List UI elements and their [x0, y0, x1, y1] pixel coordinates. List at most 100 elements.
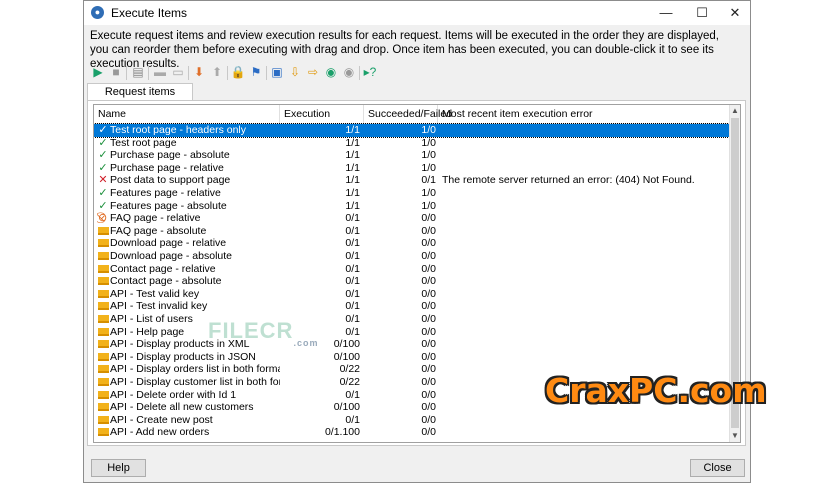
edit-icon[interactable]: ▣ [269, 64, 285, 80]
toolbar-separator [227, 66, 228, 80]
table-row[interactable]: ✓ Test root page - headers only 1/1 1/0 [94, 123, 732, 138]
queued-icon [97, 263, 109, 276]
minimize-button[interactable]: — [649, 1, 683, 25]
collapse-icon[interactable]: ▬ [152, 64, 168, 80]
row-name: Features page - absolute [110, 199, 227, 212]
column-header-error[interactable]: Most recent item execution error [438, 105, 731, 123]
table-row[interactable]: ⃠⊘FAQ page - relative 0/1 0/0 [94, 212, 731, 225]
row-name: Features page - relative [110, 187, 221, 199]
row-succeeded-failed: 0/0 [421, 350, 436, 363]
table-row[interactable]: ✓ Purchase page - absolute 1/1 1/0 [94, 149, 731, 162]
disable-icon[interactable]: ◉ [341, 64, 357, 80]
table-row[interactable]: API - Test invalid key 0/1 0/0 [94, 300, 731, 313]
row-error [442, 326, 732, 339]
toolbar-separator [148, 66, 149, 80]
row-name: API - Create new post [110, 413, 213, 426]
close-window-button[interactable]: ✕ [718, 1, 752, 25]
export-icon[interactable]: ⇨ [305, 64, 321, 80]
row-error [442, 426, 732, 439]
row-progress: 0/100 [333, 401, 360, 414]
help-button[interactable]: Help [91, 459, 146, 477]
row-progress: 0/1 [345, 212, 360, 225]
table-row[interactable]: ✓ Test root page 1/1 1/0 [94, 137, 731, 150]
table-row[interactable]: API - Display products in XML 0/100 0/0 [94, 338, 731, 351]
table-row[interactable]: API - Add new orders 0/1.100 0/0 [94, 426, 731, 439]
filter-icon[interactable]: ⚑ [248, 64, 264, 80]
row-progress: 0/1 [345, 287, 360, 300]
scroll-up-icon[interactable]: ▲ [730, 105, 740, 117]
row-succeeded-failed: 0/0 [421, 426, 436, 439]
filecr-watermark-text: FILECR [208, 318, 294, 343]
move-up-icon[interactable]: ⬆ [209, 64, 225, 80]
row-error [442, 124, 732, 137]
row-progress: 1/1 [345, 149, 360, 162]
title-bar[interactable]: ● Execute Items — ☐ ✕ [84, 1, 750, 25]
close-button[interactable]: Close [690, 459, 745, 477]
row-error [442, 200, 732, 213]
queued-icon [97, 363, 109, 376]
table-row[interactable]: API - List of users 0/1 0/0 [94, 313, 731, 326]
row-progress: 0/22 [339, 376, 360, 388]
maximize-button[interactable]: ☐ [685, 1, 719, 25]
list-icon[interactable]: ▤ [130, 64, 146, 80]
table-row[interactable]: API - Display products in JSON 0/100 0/0 [94, 351, 731, 364]
table-row[interactable]: FAQ page - absolute 0/1 0/0 [94, 225, 731, 238]
row-name: API - Display products in JSON [110, 350, 256, 363]
row-name: API - Display orders list in both format… [110, 363, 280, 376]
row-name: Purchase page - absolute [110, 149, 230, 162]
row-name: FAQ page - absolute [110, 224, 207, 237]
row-succeeded-failed: 0/0 [421, 388, 436, 401]
row-progress: 1/1 [345, 161, 360, 174]
tab-request-items[interactable]: Request items [87, 83, 193, 101]
failure-x-icon: ✕ [98, 174, 108, 187]
table-row[interactable]: API - Create new post 0/1 0/0 [94, 414, 731, 427]
enable-icon[interactable]: ◉ [323, 64, 339, 80]
table-row[interactable]: Download page - relative 0/1 0/0 [94, 237, 731, 250]
move-down-icon[interactable]: ⬇ [191, 64, 207, 80]
row-succeeded-failed: 1/0 [421, 161, 436, 174]
column-header-succeeded-failed[interactable]: Succeeded/Failed [364, 105, 452, 123]
table-row[interactable]: ✕ Post data to support page 1/1 0/1 The remo… [94, 174, 731, 187]
row-succeeded-failed: 0/0 [421, 376, 436, 388]
skipped-icon: ⃠⊘ [98, 212, 108, 225]
table-row[interactable]: ✓ Features page - absolute 1/1 1/0 [94, 200, 731, 213]
scroll-down-icon[interactable]: ▼ [730, 430, 740, 442]
lock-icon[interactable]: 🔒 [230, 64, 246, 80]
row-succeeded-failed: 0/0 [421, 287, 436, 300]
column-header-name[interactable]: Name [94, 105, 280, 123]
row-progress: 0/1.100 [324, 426, 360, 439]
toolbar-separator [266, 66, 267, 80]
table-row[interactable]: API - Test valid key 0/1 0/0 [94, 288, 731, 301]
run-selected-icon[interactable]: ▸? [362, 64, 378, 80]
queued-icon [97, 326, 109, 339]
queued-icon [97, 351, 109, 364]
row-error [442, 351, 732, 364]
queued-icon [97, 300, 109, 313]
row-progress: 0/22 [339, 363, 360, 376]
success-check-icon: ✓ [98, 187, 108, 199]
table-header: Name Execution progress Succeeded/Failed… [94, 105, 731, 138]
table-row[interactable]: Contact page - relative 0/1 0/0 [94, 263, 731, 276]
row-succeeded-failed: 1/0 [421, 124, 436, 136]
column-header-progress[interactable]: Execution progress [280, 105, 364, 138]
table-row[interactable]: Contact page - absolute 0/1 0/0 [94, 275, 731, 288]
play-icon[interactable]: ▶ [90, 64, 106, 80]
row-error [442, 137, 732, 150]
row-error [442, 250, 732, 263]
row-error [442, 300, 732, 313]
row-error [442, 288, 732, 301]
row-error [442, 149, 732, 162]
table-row[interactable]: Download page - absolute 0/1 0/0 [94, 250, 731, 263]
expand-icon[interactable]: ▭ [170, 64, 186, 80]
table-row[interactable]: API - Help page 0/1 0/0 [94, 326, 731, 339]
stop-icon[interactable]: ■ [108, 64, 124, 80]
import-icon[interactable]: ⇩ [287, 64, 303, 80]
queued-icon [97, 426, 109, 439]
row-progress: 0/1 [345, 262, 360, 275]
queued-icon [97, 275, 109, 288]
table-row[interactable]: ✓ Features page - relative 1/1 1/0 [94, 187, 731, 200]
table-row[interactable]: ✓ Purchase page - relative 1/1 1/0 [94, 162, 731, 175]
row-name: Test root page [110, 136, 177, 149]
row-error [442, 275, 732, 288]
row-succeeded-failed: 0/0 [421, 212, 436, 225]
